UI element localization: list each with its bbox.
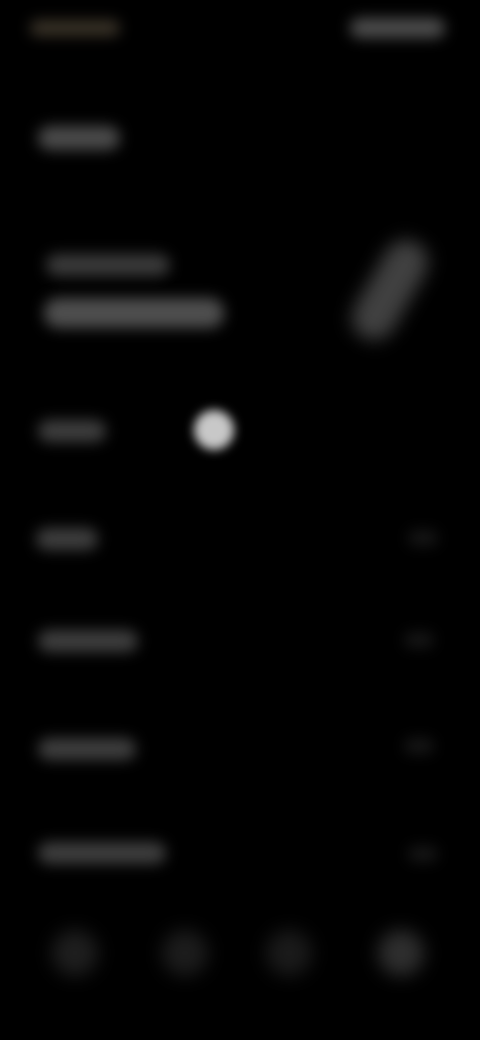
dot-icon[interactable]	[194, 410, 234, 450]
tab-icon[interactable]	[266, 930, 312, 976]
tab-icon[interactable]	[52, 930, 98, 976]
page-title	[38, 126, 120, 150]
list-item-value	[404, 632, 434, 648]
list-item-value	[408, 846, 438, 862]
list-item-value	[408, 530, 438, 546]
list-item-value	[404, 738, 434, 754]
illustration-icon	[343, 232, 437, 348]
list-item-label	[36, 528, 98, 550]
hero-heading	[44, 298, 224, 328]
hero-subtitle	[46, 254, 170, 276]
tab-icon[interactable]	[378, 930, 424, 976]
list-item-label	[38, 738, 136, 760]
tab-icon[interactable]	[162, 930, 208, 976]
status-time	[30, 20, 120, 36]
list-item-label	[38, 842, 166, 864]
status-indicators	[350, 18, 445, 38]
list-item-label	[38, 630, 138, 652]
list-item-label	[38, 420, 106, 442]
